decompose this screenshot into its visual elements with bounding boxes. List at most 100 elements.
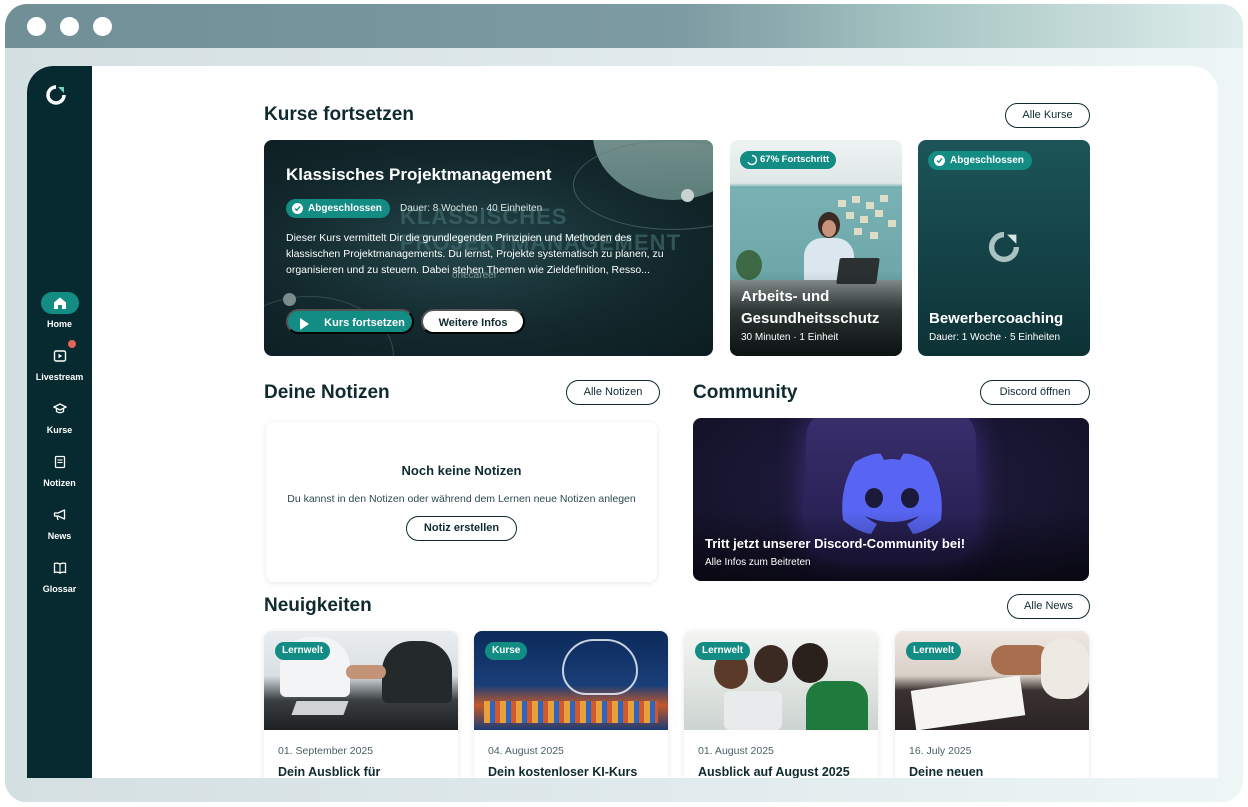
- image-detail: [880, 195, 888, 202]
- image-detail: [838, 200, 846, 207]
- course-meta: Dauer: 1 Woche · 5 Einheiten: [929, 332, 1061, 343]
- window-dot-minimize[interactable]: [60, 17, 79, 36]
- image-detail: [822, 220, 836, 237]
- image-detail: [870, 232, 878, 239]
- sidebar-item-label: Kurse: [46, 425, 73, 435]
- notes-empty-state: Noch keine Notizen Du kannst in den Noti…: [266, 422, 657, 582]
- home-icon: [40, 292, 79, 314]
- completed-badge: Abgeschlossen: [928, 151, 1032, 170]
- course-card-bewerbercoaching[interactable]: Abgeschlossen Bewerbercoaching Dauer: 1 …: [918, 140, 1090, 356]
- hero-course-description: Dieser Kurs vermittelt Dir die grundlege…: [286, 232, 664, 276]
- continue-course-button[interactable]: Kurs fortsetzen: [286, 309, 414, 334]
- news-date: 16. July 2025: [909, 745, 972, 757]
- more-info-button[interactable]: Weitere Infos: [421, 309, 525, 334]
- news-tag: Lernwelt: [275, 642, 331, 660]
- play-icon: [41, 345, 79, 367]
- button-label: Kurs fortsetzen: [324, 317, 405, 329]
- check-icon: [292, 203, 303, 214]
- image-detail: [806, 681, 868, 730]
- all-notes-button[interactable]: Alle Notizen: [566, 380, 660, 405]
- news-card[interactable]: Kurse 04. August 2025 Dein kostenloser K…: [474, 631, 668, 778]
- sidebar-item-glossar[interactable]: Glossar: [27, 557, 92, 594]
- course-title: Bewerbercoaching: [929, 310, 1064, 327]
- sidebar-item-livestream[interactable]: Livestream: [27, 340, 92, 382]
- news-section-title: Neuigkeiten: [264, 595, 372, 616]
- decorative-node: [681, 189, 694, 202]
- course-meta: 30 Minuten · 1 Einheit: [741, 332, 839, 343]
- image-detail: [346, 665, 386, 679]
- empty-state-title: Noch keine Notizen: [401, 463, 522, 478]
- image-detail: [291, 701, 349, 715]
- notes-icon: [41, 451, 79, 473]
- book-icon: [41, 557, 79, 579]
- image-detail: [724, 691, 782, 730]
- sidebar-item-label: Notizen: [43, 478, 76, 488]
- megaphone-icon: [41, 504, 79, 526]
- window-dot-maximize[interactable]: [93, 17, 112, 36]
- brand-logo-icon[interactable]: [45, 84, 67, 106]
- image-detail: [754, 645, 788, 683]
- play-icon: [300, 318, 309, 330]
- courses-section-title: Kurse fortsetzen: [264, 104, 414, 125]
- image-detail: [866, 202, 874, 209]
- all-news-button[interactable]: Alle News: [1007, 594, 1090, 619]
- course-title-line: Arbeits- und: [741, 288, 830, 305]
- window-dot-close[interactable]: [27, 17, 46, 36]
- news-card[interactable]: Lernwelt 16. July 2025 Deine neuen: [895, 631, 1089, 778]
- news-card[interactable]: Lernwelt 01. August 2025 Ausblick auf Au…: [684, 631, 878, 778]
- news-tag: Kurse: [485, 642, 528, 660]
- image-detail: [1041, 639, 1089, 699]
- news-tag: Lernwelt: [695, 642, 751, 660]
- progress-ring-icon: [746, 154, 758, 166]
- course-card-arbeitsschutz[interactable]: 67% Fortschritt Arbeits- und Gesundheits…: [730, 140, 902, 356]
- image-detail: [484, 701, 658, 723]
- image-detail: [562, 639, 638, 695]
- image-detail: [860, 216, 868, 223]
- image-detail: [888, 220, 896, 227]
- notification-badge: [68, 340, 76, 348]
- image-detail: [875, 210, 883, 217]
- badge-label: 67% Fortschritt: [760, 154, 830, 165]
- badge-label: Abgeschlossen: [950, 155, 1024, 166]
- news-date: 04. August 2025: [488, 745, 564, 757]
- completed-badge: Abgeschlossen: [286, 199, 390, 218]
- brand-logo-icon: [987, 230, 1021, 268]
- hero-course-title: Klassisches Projektmanagement: [286, 165, 552, 184]
- news-date: 01. September 2025: [278, 745, 374, 757]
- news-tag: Lernwelt: [906, 642, 962, 660]
- sidebar-item-news[interactable]: News: [27, 504, 92, 541]
- badge-label: Abgeschlossen: [308, 203, 382, 214]
- news-card[interactable]: Lernwelt 01. September 2025 Dein Ausblic…: [264, 631, 458, 778]
- news-date: 01. August 2025: [698, 745, 774, 757]
- community-card-title: Tritt jetzt unserer Discord-Community be…: [705, 536, 966, 551]
- image-detail: [852, 196, 860, 203]
- news-title: Deine neuen: [909, 765, 984, 778]
- sidebar-item-home[interactable]: Home: [27, 292, 92, 329]
- sidebar-item-label: News: [47, 531, 72, 541]
- notes-section-title: Deine Notizen: [264, 382, 390, 403]
- course-title-line: Gesundheitsschutz: [741, 310, 880, 327]
- image-detail: [382, 641, 452, 703]
- sidebar-item-label: Home: [46, 319, 72, 329]
- sidebar: Home Livestream Kurse Notizen News Gloss…: [27, 66, 92, 778]
- image-detail: [792, 643, 828, 683]
- image-detail: [846, 212, 854, 219]
- sidebar-item-kurse[interactable]: Kurse: [27, 398, 92, 435]
- open-discord-button[interactable]: Discord öffnen: [980, 380, 1090, 405]
- hero-course-meta: Dauer: 8 Wochen · 40 Einheiten: [400, 203, 543, 214]
- community-section-title: Community: [693, 382, 798, 403]
- sidebar-item-label: Livestream: [35, 372, 84, 382]
- progress-badge: 67% Fortschritt: [740, 151, 837, 169]
- discord-community-card[interactable]: Tritt jetzt unserer Discord-Community be…: [693, 418, 1089, 581]
- decorative-node: [283, 293, 296, 306]
- check-icon: [934, 155, 945, 166]
- news-title: Dein Ausblick für: [278, 765, 381, 778]
- create-note-button[interactable]: Notiz erstellen: [406, 516, 517, 541]
- all-courses-button[interactable]: Alle Kurse: [1005, 103, 1090, 128]
- app-window: Home Livestream Kurse Notizen News Gloss…: [27, 66, 1218, 778]
- sidebar-item-label: Glossar: [42, 584, 77, 594]
- sidebar-item-notizen[interactable]: Notizen: [27, 451, 92, 488]
- hero-course-card[interactable]: KLASSISCHES PROJEKTMANAGEMENT onecareer …: [264, 140, 713, 356]
- image-detail: [910, 675, 1026, 731]
- news-title: Dein kostenloser KI-Kurs: [488, 765, 638, 778]
